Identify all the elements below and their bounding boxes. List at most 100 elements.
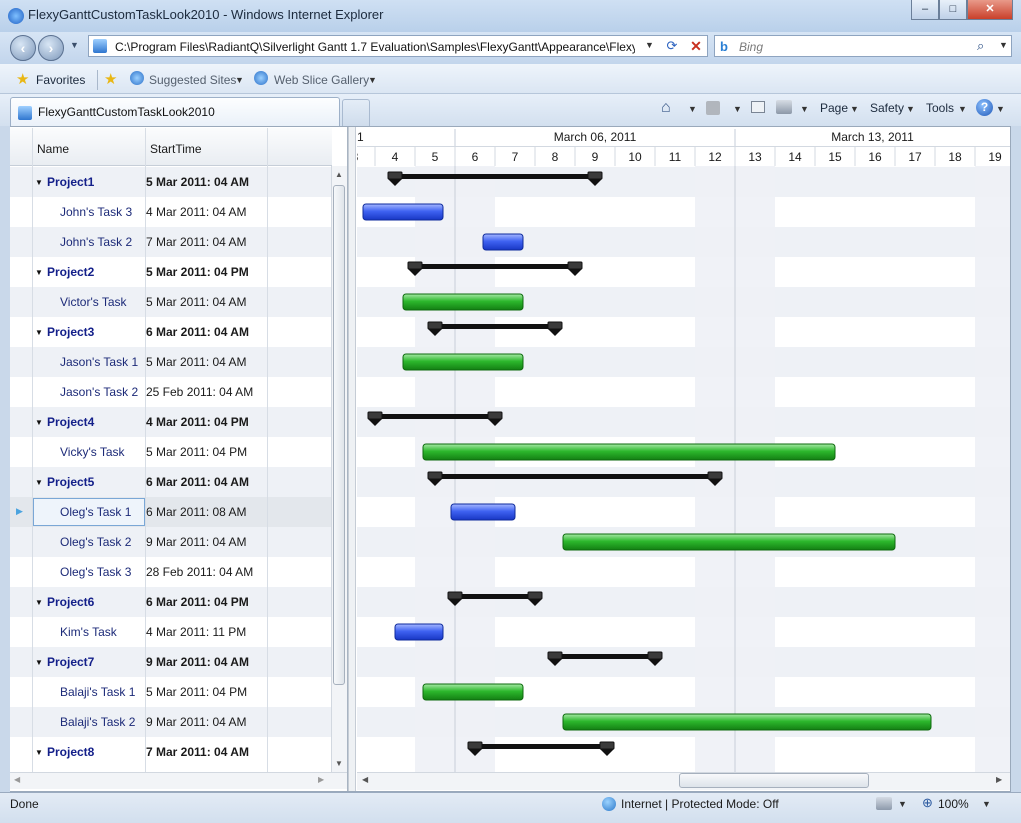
project-row[interactable]: ▼ Project3 6 Mar 2011: 04 AM <box>10 317 332 347</box>
recent-pages-dropdown-icon[interactable]: ▼ <box>70 40 79 50</box>
task-row[interactable]: John's Task 3 4 Mar 2011: 04 AM <box>10 197 332 227</box>
project-row[interactable]: ▼ Project4 4 Mar 2011: 04 PM <box>10 407 332 437</box>
project-row[interactable]: ▼ Project2 5 Mar 2011: 04 PM <box>10 257 332 287</box>
feeds-icon[interactable] <box>706 101 720 115</box>
address-bar[interactable]: C:\Program Files\RadiantQ\Silverlight Ga… <box>88 35 708 57</box>
search-box[interactable]: b Bing ⌕ ▼ <box>714 35 1012 57</box>
collapse-toggle-icon[interactable]: ▼ <box>35 598 43 607</box>
task-row[interactable]: Oleg's Task 3 28 Feb 2011: 04 AM <box>10 557 332 587</box>
task-row[interactable]: Victor's Task 5 Mar 2011: 04 AM <box>10 287 332 317</box>
grid-scroll-left-icon[interactable]: ◀ <box>14 775 20 784</box>
protected-mode-dropdown-icon[interactable]: ▼ <box>898 799 907 809</box>
weekend-band <box>735 166 775 772</box>
task-bar-green[interactable] <box>562 713 932 731</box>
task-row[interactable]: ▶ Oleg's Task 1 6 Mar 2011: 08 AM <box>10 497 332 527</box>
print-icon[interactable] <box>776 100 792 114</box>
pane-splitter[interactable] <box>348 127 356 791</box>
task-row[interactable]: Jason's Task 2 25 Feb 2011: 04 AM <box>10 377 332 407</box>
stop-icon[interactable]: ✕ <box>685 36 707 56</box>
collapse-toggle-icon[interactable]: ▼ <box>35 268 43 277</box>
task-bar-green[interactable] <box>422 443 836 461</box>
chart-scroll-left-icon[interactable]: ◀ <box>362 775 368 784</box>
task-bar-blue[interactable] <box>394 623 444 641</box>
safety-dropdown-icon[interactable]: ▼ <box>906 104 915 114</box>
task-row[interactable]: Kim's Task 4 Mar 2011: 11 PM <box>10 617 332 647</box>
task-bar-green[interactable] <box>422 683 524 701</box>
collapse-toggle-icon[interactable]: ▼ <box>35 178 43 187</box>
forward-icon[interactable]: › <box>38 35 64 61</box>
task-bar-green[interactable] <box>402 353 524 371</box>
tab-flexygantt[interactable]: FlexyGanttCustomTaskLook2010 <box>10 97 340 126</box>
task-row[interactable]: Balaji's Task 1 5 Mar 2011: 04 PM <box>10 677 332 707</box>
scroll-up-icon[interactable]: ▲ <box>335 170 343 179</box>
minimize-button[interactable]: – <box>911 0 939 20</box>
day-label: 9 <box>592 150 599 164</box>
zoom-level[interactable]: 100% <box>938 797 969 811</box>
scroll-down-icon[interactable]: ▼ <box>335 759 343 768</box>
task-bar-blue[interactable] <box>450 503 516 521</box>
grid-vertical-scroll-thumb[interactable] <box>333 185 345 685</box>
tools-menu[interactable]: Tools <box>926 101 954 115</box>
summary-cap <box>387 171 403 180</box>
refresh-icon[interactable]: ⟳ <box>661 36 683 56</box>
safety-menu[interactable]: Safety <box>870 101 904 115</box>
column-header-name[interactable]: Name <box>37 142 69 156</box>
cell-starttime: 4 Mar 2011: 04 PM <box>146 415 249 429</box>
tools-dropdown-icon[interactable]: ▼ <box>958 104 967 114</box>
home-icon[interactable]: ⌂ <box>661 99 671 117</box>
project-row[interactable]: ▼ Project1 5 Mar 2011: 04 AM <box>10 167 332 197</box>
grid-scroll-right-icon[interactable]: ▶ <box>318 775 324 784</box>
page-dropdown-icon[interactable]: ▼ <box>850 104 859 114</box>
search-icon[interactable]: ⌕ <box>977 38 984 54</box>
protected-mode-icon[interactable] <box>876 797 892 810</box>
help-icon[interactable]: ? <box>976 99 993 116</box>
help-dropdown-icon[interactable]: ▼ <box>996 104 1005 114</box>
address-dropdown-icon[interactable]: ▼ <box>645 40 654 50</box>
task-row[interactable]: Balaji's Task 2 9 Mar 2011: 04 AM <box>10 707 332 737</box>
page-menu[interactable]: Page <box>820 101 848 115</box>
task-bar-green[interactable] <box>562 533 896 551</box>
task-bar-blue[interactable] <box>482 233 524 251</box>
collapse-toggle-icon[interactable]: ▼ <box>35 658 43 667</box>
read-mail-icon[interactable] <box>751 101 765 113</box>
suggested-sites-dropdown-icon[interactable]: ▼ <box>235 75 244 85</box>
maximize-button[interactable]: □ <box>939 0 967 20</box>
project-row[interactable]: ▼ Project8 7 Mar 2011: 04 AM <box>10 737 332 767</box>
task-row[interactable]: John's Task 2 7 Mar 2011: 04 AM <box>10 227 332 257</box>
favorites-button[interactable]: Favorites <box>36 73 85 87</box>
address-text[interactable]: C:\Program Files\RadiantQ\Silverlight Ga… <box>115 40 635 54</box>
collapse-toggle-icon[interactable]: ▼ <box>35 478 43 487</box>
new-tab-button[interactable] <box>342 99 370 126</box>
search-placeholder[interactable]: Bing <box>739 40 763 54</box>
search-dropdown-icon[interactable]: ▼ <box>999 40 1008 50</box>
collapse-toggle-icon[interactable]: ▼ <box>35 418 43 427</box>
task-row[interactable]: Oleg's Task 2 9 Mar 2011: 04 AM <box>10 527 332 557</box>
project-row[interactable]: ▼ Project6 6 Mar 2011: 04 PM <box>10 587 332 617</box>
security-zone-text[interactable]: Internet | Protected Mode: Off <box>621 797 779 811</box>
tab-title[interactable]: FlexyGanttCustomTaskLook2010 <box>38 105 215 119</box>
project-row[interactable]: ▼ Project5 6 Mar 2011: 04 AM <box>10 467 332 497</box>
task-bar-blue[interactable] <box>362 203 444 221</box>
add-favorites-icon[interactable]: ★ <box>104 70 117 88</box>
feeds-dropdown-icon[interactable]: ▼ <box>733 104 742 114</box>
home-dropdown-icon[interactable]: ▼ <box>688 104 697 114</box>
cell-starttime: 5 Mar 2011: 04 PM <box>146 445 248 459</box>
column-header-starttime[interactable]: StartTime <box>150 142 202 156</box>
close-button[interactable]: ✕ <box>967 0 1013 20</box>
collapse-toggle-icon[interactable]: ▼ <box>35 748 43 757</box>
project-row[interactable]: ▼ Project7 9 Mar 2011: 04 AM <box>10 647 332 677</box>
task-row[interactable]: Vicky's Task 5 Mar 2011: 04 PM <box>10 437 332 467</box>
chart-scroll-right-icon[interactable]: ▶ <box>996 775 1002 784</box>
task-bar-green[interactable] <box>402 293 524 311</box>
print-dropdown-icon[interactable]: ▼ <box>800 104 809 114</box>
web-slice-dropdown-icon[interactable]: ▼ <box>368 75 377 85</box>
grid-horizontal-scrollbar[interactable] <box>10 772 347 789</box>
chart-horizontal-scroll-thumb[interactable] <box>679 773 869 788</box>
zoom-dropdown-icon[interactable]: ▼ <box>982 799 991 809</box>
web-slice-gallery-button[interactable]: Web Slice Gallery <box>274 73 369 87</box>
collapse-toggle-icon[interactable]: ▼ <box>35 328 43 337</box>
zoom-icon[interactable]: ⊕ <box>922 795 933 811</box>
task-row[interactable]: Jason's Task 1 5 Mar 2011: 04 AM <box>10 347 332 377</box>
back-icon[interactable]: ‹ <box>10 35 36 61</box>
suggested-sites-button[interactable]: Suggested Sites <box>149 73 236 87</box>
